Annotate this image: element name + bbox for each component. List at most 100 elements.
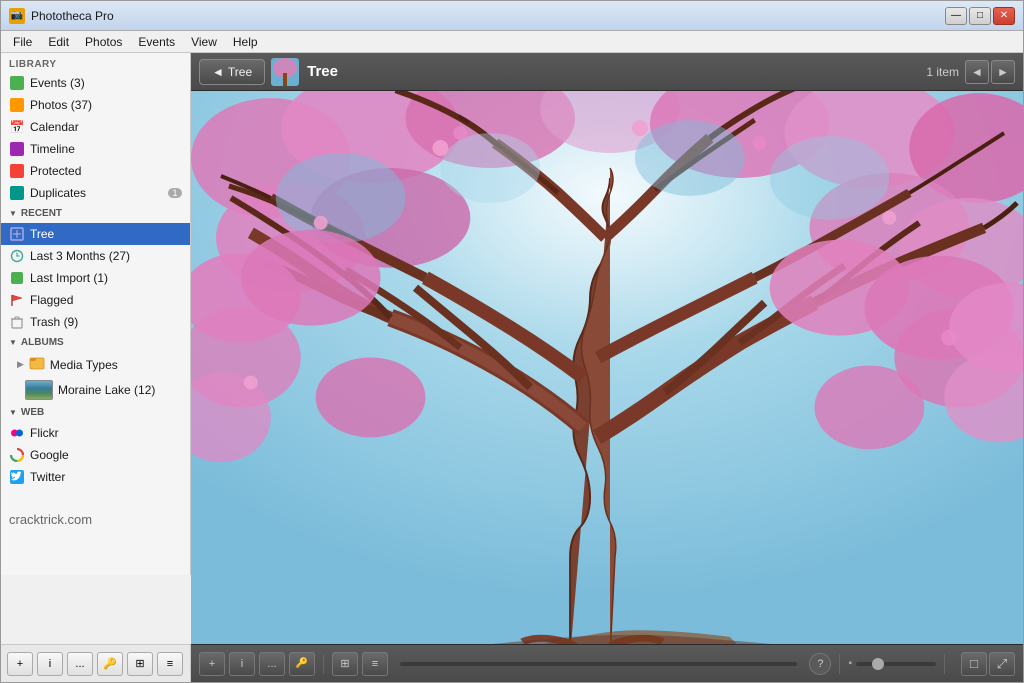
item-count: 1 item <box>926 65 959 79</box>
content-toolbar: ◄ Tree Tree <box>191 53 1023 91</box>
recent-toggle[interactable]: ▼ RECENT <box>1 204 190 223</box>
maximize-button[interactable]: □ <box>969 7 991 25</box>
separator3 <box>944 654 945 674</box>
sidebar-item-duplicates[interactable]: Duplicates 1 <box>1 182 190 204</box>
menu-events[interactable]: Events <box>130 33 183 51</box>
progress-area <box>392 662 805 666</box>
more-options-button[interactable]: ... <box>259 652 285 676</box>
sidebar-item-tree[interactable]: Tree <box>1 223 190 245</box>
recent-header: RECENT <box>21 208 62 219</box>
add-photo-button[interactable]: + <box>199 652 225 676</box>
close-button[interactable]: ✕ <box>993 7 1015 25</box>
sidebar-item-morainelake[interactable]: Moraine Lake (12) <box>1 377 190 403</box>
mediatypes-expand: ▶ <box>17 359 24 370</box>
next-button[interactable]: ► <box>991 60 1015 84</box>
lastimport-label: Last Import (1) <box>30 271 182 285</box>
grid-button[interactable]: ⊞ <box>127 652 153 676</box>
flickr-icon <box>9 425 25 441</box>
album-thumbnail <box>271 58 299 86</box>
lastimport-icon <box>9 270 25 286</box>
flagged-icon <box>9 292 25 308</box>
fullscreen-button[interactable]: ⤢ <box>989 652 1015 676</box>
menu-view[interactable]: View <box>183 33 225 51</box>
progress-bar <box>400 662 797 666</box>
twitter-label: Twitter <box>30 470 182 484</box>
add-button[interactable]: + <box>7 652 33 676</box>
sidebar-item-google[interactable]: Google <box>1 444 190 466</box>
back-label: Tree <box>228 65 252 79</box>
sidebar-footer: + i ... 🔑 ⊞ ≡ <box>1 644 191 682</box>
menu-edit[interactable]: Edit <box>40 33 77 51</box>
sidebar-wrapper: LIBRARY Events (3) Photos (37) 📅 Calenda… <box>1 53 191 682</box>
duplicates-label: Duplicates <box>30 186 163 200</box>
photos-icon <box>9 97 25 113</box>
single-view-button[interactable]: □ <box>961 652 987 676</box>
tree-label: Tree <box>30 227 182 241</box>
sidebar-item-photos[interactable]: Photos (37) <box>1 94 190 116</box>
menu-help[interactable]: Help <box>225 33 266 51</box>
back-button[interactable]: ◄ Tree <box>199 59 265 85</box>
calendar-label: Calendar <box>30 120 182 134</box>
web-toggle[interactable]: ▼ WEB <box>1 403 190 422</box>
timeline-label: Timeline <box>30 142 182 156</box>
tree-icon <box>9 226 25 242</box>
zoom-slider-area: ▪ <box>848 658 936 669</box>
prev-button[interactable]: ◄ <box>965 60 989 84</box>
calendar-icon: 📅 <box>9 119 25 135</box>
last3months-icon <box>9 248 25 264</box>
mediatypes-icon <box>29 355 45 374</box>
key-button[interactable]: 🔑 <box>97 652 123 676</box>
tree-photo <box>191 91 1023 644</box>
minimize-button[interactable]: — <box>945 7 967 25</box>
last3months-label: Last 3 Months (27) <box>30 249 182 263</box>
sidebar-item-trash[interactable]: Trash (9) <box>1 311 190 333</box>
app-window: 📷 Phototheca Pro — □ ✕ File Edit Photos … <box>0 0 1024 683</box>
albums-header: ALBUMS <box>21 337 64 348</box>
info-button[interactable]: i <box>37 652 63 676</box>
sidebar-item-events[interactable]: Events (3) <box>1 72 190 94</box>
menu-photos[interactable]: Photos <box>77 33 130 51</box>
photo-view <box>191 91 1023 644</box>
zoom-slider[interactable] <box>856 662 936 666</box>
grid-view-button[interactable]: ⊞ <box>332 652 358 676</box>
app-title: Phototheca Pro <box>31 9 945 23</box>
duplicates-icon <box>9 185 25 201</box>
zoom-out-icon: ▪ <box>848 658 852 669</box>
recent-triangle: ▼ <box>9 209 17 218</box>
menu-bar: File Edit Photos Events View Help <box>1 31 1023 53</box>
photo-info-button[interactable]: i <box>229 652 255 676</box>
list-view-button[interactable]: ≡ <box>362 652 388 676</box>
flickr-label: Flickr <box>30 426 182 440</box>
timeline-icon <box>9 141 25 157</box>
help-button[interactable]: ? <box>809 653 831 675</box>
zoom-thumb[interactable] <box>872 658 884 670</box>
menu-file[interactable]: File <box>5 33 40 51</box>
duplicates-badge: 1 <box>168 188 182 198</box>
nav-arrows: ◄ ► <box>965 60 1015 84</box>
web-triangle: ▼ <box>9 408 17 417</box>
sidebar-item-timeline[interactable]: Timeline <box>1 138 190 160</box>
sidebar-item-last3months[interactable]: Last 3 Months (27) <box>1 245 190 267</box>
album-header: Tree <box>271 58 920 86</box>
sidebar-item-calendar[interactable]: 📅 Calendar <box>1 116 190 138</box>
sidebar-item-mediatypes[interactable]: ▶ Media Types <box>1 352 190 377</box>
key-photo-button[interactable]: 🔑 <box>289 652 315 676</box>
web-header: WEB <box>21 407 44 418</box>
sidebar-item-flagged[interactable]: Flagged <box>1 289 190 311</box>
more-button[interactable]: ... <box>67 652 93 676</box>
sidebar-item-lastimport[interactable]: Last Import (1) <box>1 267 190 289</box>
photos-label: Photos (37) <box>30 98 182 112</box>
google-icon <box>9 447 25 463</box>
sidebar-item-twitter[interactable]: Twitter <box>1 466 190 488</box>
window-controls: — □ ✕ <box>945 7 1015 25</box>
sidebar-item-flickr[interactable]: Flickr <box>1 422 190 444</box>
sidebar-item-protected[interactable]: Protected <box>1 160 190 182</box>
albums-toggle[interactable]: ▼ ALBUMS <box>1 333 190 352</box>
trash-icon <box>9 314 25 330</box>
title-bar: 📷 Phototheca Pro — □ ✕ <box>1 1 1023 31</box>
app-icon: 📷 <box>9 8 25 24</box>
google-label: Google <box>30 448 182 462</box>
list-button[interactable]: ≡ <box>157 652 183 676</box>
morainelake-label: Moraine Lake (12) <box>58 383 155 397</box>
flagged-label: Flagged <box>30 293 182 307</box>
